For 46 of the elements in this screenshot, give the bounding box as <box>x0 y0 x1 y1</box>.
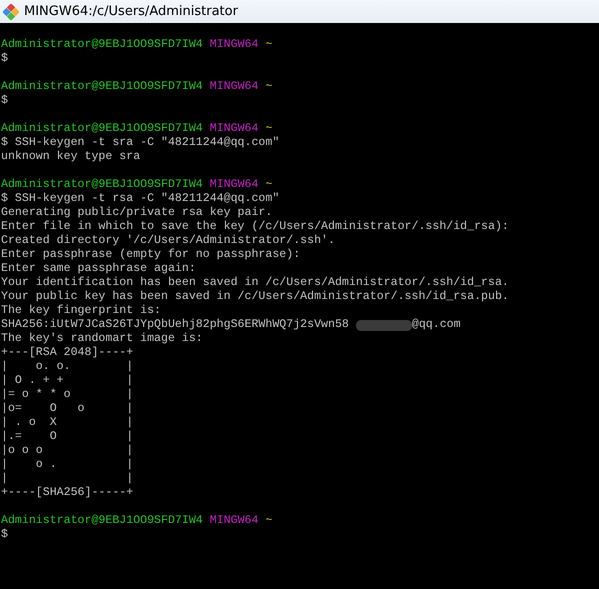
prompt-shell: MINGW64 <box>210 80 258 94</box>
output-line: | | <box>1 472 134 486</box>
window-title: MINGW64:/c/Users/Administrator <box>24 4 238 19</box>
prompt-shell: MINGW64 <box>210 514 258 528</box>
output-line: $ <box>1 528 8 542</box>
output-line: Enter passphrase (empty for no passphrase): <box>1 248 300 262</box>
prompt-path: ~ <box>265 38 272 52</box>
prompt-shell: MINGW64 <box>210 178 258 192</box>
output-line: | o. o. | <box>1 360 134 374</box>
output-line: Generating public/private rsa key pair. <box>1 206 272 220</box>
prompt-path: ~ <box>265 178 272 192</box>
output-line: +----[SHA256]-----+ <box>1 486 134 500</box>
output-line: +---[RSA 2048]----+ <box>1 346 134 360</box>
output-line: $ SSH-keygen -t rsa -C "48211244@qq.com" <box>1 192 280 206</box>
output-line: |= o * * o | <box>1 388 134 402</box>
output-line: |.= O | <box>1 430 134 444</box>
output-line: @qq.com <box>412 318 461 332</box>
output-line: |o= O o | <box>1 402 134 416</box>
prompt-path: ~ <box>265 514 272 528</box>
output-line: $ <box>1 52 8 66</box>
output-line: |o o o | <box>1 444 134 458</box>
output-line: unknown key type sra <box>1 150 140 164</box>
output-line: $ <box>1 94 8 108</box>
prompt-shell: MINGW64 <box>210 38 258 52</box>
output-line: Enter file in which to save the key (/c/Users/Administrator/.ssh/id_rsa): <box>1 220 509 234</box>
output-line: $ SSH-keygen -t sra -C "48211244@qq.com" <box>1 136 280 150</box>
app-icon <box>3 4 19 20</box>
output-line: The key's randomart image is: <box>1 332 203 346</box>
output-line: Created directory '/c/Users/Administrator/.ssh'. <box>1 234 335 248</box>
prompt-user: Administrator@9EBJ1OO9SFD7IW4 <box>1 178 203 192</box>
prompt-path: ~ <box>265 80 272 94</box>
prompt-path: ~ <box>265 122 272 136</box>
redaction-mark <box>356 320 412 331</box>
output-line: Your identification has been saved in /c/Users/Administrator/.ssh/id_rsa. <box>1 276 509 290</box>
output-line: SHA256:iUtW7JCaS26TJYpQbUehj82phgS6ERWhWQ7j2sVwn58 <box>1 318 349 332</box>
prompt-shell: MINGW64 <box>210 122 258 136</box>
prompt-user: Administrator@9EBJ1OO9SFD7IW4 <box>1 514 203 528</box>
prompt-user: Administrator@9EBJ1OO9SFD7IW4 <box>1 80 203 94</box>
output-line: Enter same passphrase again: <box>1 262 196 276</box>
output-line: | . o X | <box>1 416 134 430</box>
prompt-user: Administrator@9EBJ1OO9SFD7IW4 <box>1 122 203 136</box>
output-line: Your public key has been saved in /c/Users/Administrator/.ssh/id_rsa.pub. <box>1 290 509 304</box>
output-line: | O . + + | <box>1 374 134 388</box>
prompt-user: Administrator@9EBJ1OO9SFD7IW4 <box>1 38 203 52</box>
output-line: The key fingerprint is: <box>1 304 162 318</box>
output-line: | o . | <box>1 458 134 472</box>
